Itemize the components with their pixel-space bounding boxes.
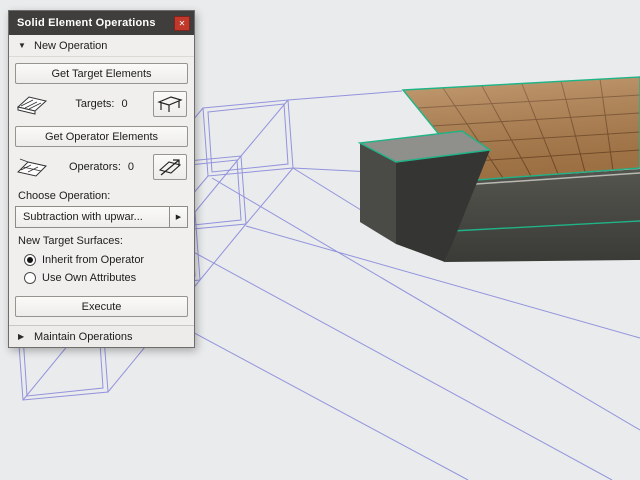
section-maintain-operations[interactable]: ▶ Maintain Operations xyxy=(9,325,194,347)
target-element-icon xyxy=(16,92,50,116)
section-new-operation[interactable]: ▼ New Operation xyxy=(9,35,194,57)
radio-inherit-from-operator[interactable]: Inherit from Operator xyxy=(9,251,194,269)
dropdown-arrow-icon[interactable]: ▶ xyxy=(169,207,187,227)
app-window: Solid Element Operations ✕ ▼ New Operati… xyxy=(0,0,640,480)
radio-circle[interactable] xyxy=(24,272,36,284)
get-operator-elements-button[interactable]: Get Operator Elements xyxy=(15,126,188,147)
slab-arrow-icon xyxy=(158,159,182,176)
execute-button[interactable]: Execute xyxy=(15,296,188,317)
radio-use-own-attributes[interactable]: Use Own Attributes xyxy=(9,269,194,287)
targets-count: 0 xyxy=(121,98,128,110)
solid-element[interactable] xyxy=(357,76,640,262)
new-target-surfaces-label: New Target Surfaces: xyxy=(18,235,123,247)
get-target-elements-button[interactable]: Get Target Elements xyxy=(15,63,188,84)
section-label: New Operation xyxy=(34,39,108,52)
choose-operation-label: Choose Operation: xyxy=(18,190,111,202)
targets-row: Targets: 0 xyxy=(9,88,194,120)
radio-label: Inherit from Operator xyxy=(42,254,145,266)
targets-counter: Targets: 0 xyxy=(50,98,153,110)
radio-label: Use Own Attributes xyxy=(42,272,137,284)
pick-target-button[interactable] xyxy=(153,91,187,117)
operator-element-icon xyxy=(16,155,50,179)
pick-operator-button[interactable] xyxy=(153,154,187,180)
palette-title: Solid Element Operations xyxy=(17,17,156,29)
radio-circle[interactable] xyxy=(24,254,36,266)
solid-element-operations-palette: Solid Element Operations ✕ ▼ New Operati… xyxy=(8,10,195,348)
operation-selected-value: Subtraction with upwar... xyxy=(23,211,143,223)
chevron-right-icon: ▶ xyxy=(18,332,25,341)
operators-row: Operators: 0 xyxy=(9,151,194,183)
table-pick-icon xyxy=(157,96,183,112)
operation-dropdown[interactable]: Subtraction with upwar... ▶ xyxy=(15,206,188,228)
operators-counter: Operators: 0 xyxy=(50,161,153,173)
section-label: Maintain Operations xyxy=(34,330,133,343)
operators-label: Operators: xyxy=(68,161,121,173)
close-button[interactable]: ✕ xyxy=(174,15,190,31)
operators-count: 0 xyxy=(127,161,135,173)
targets-label: Targets: xyxy=(75,98,115,110)
palette-titlebar[interactable]: Solid Element Operations ✕ xyxy=(9,11,194,35)
chevron-down-icon: ▼ xyxy=(18,41,26,50)
